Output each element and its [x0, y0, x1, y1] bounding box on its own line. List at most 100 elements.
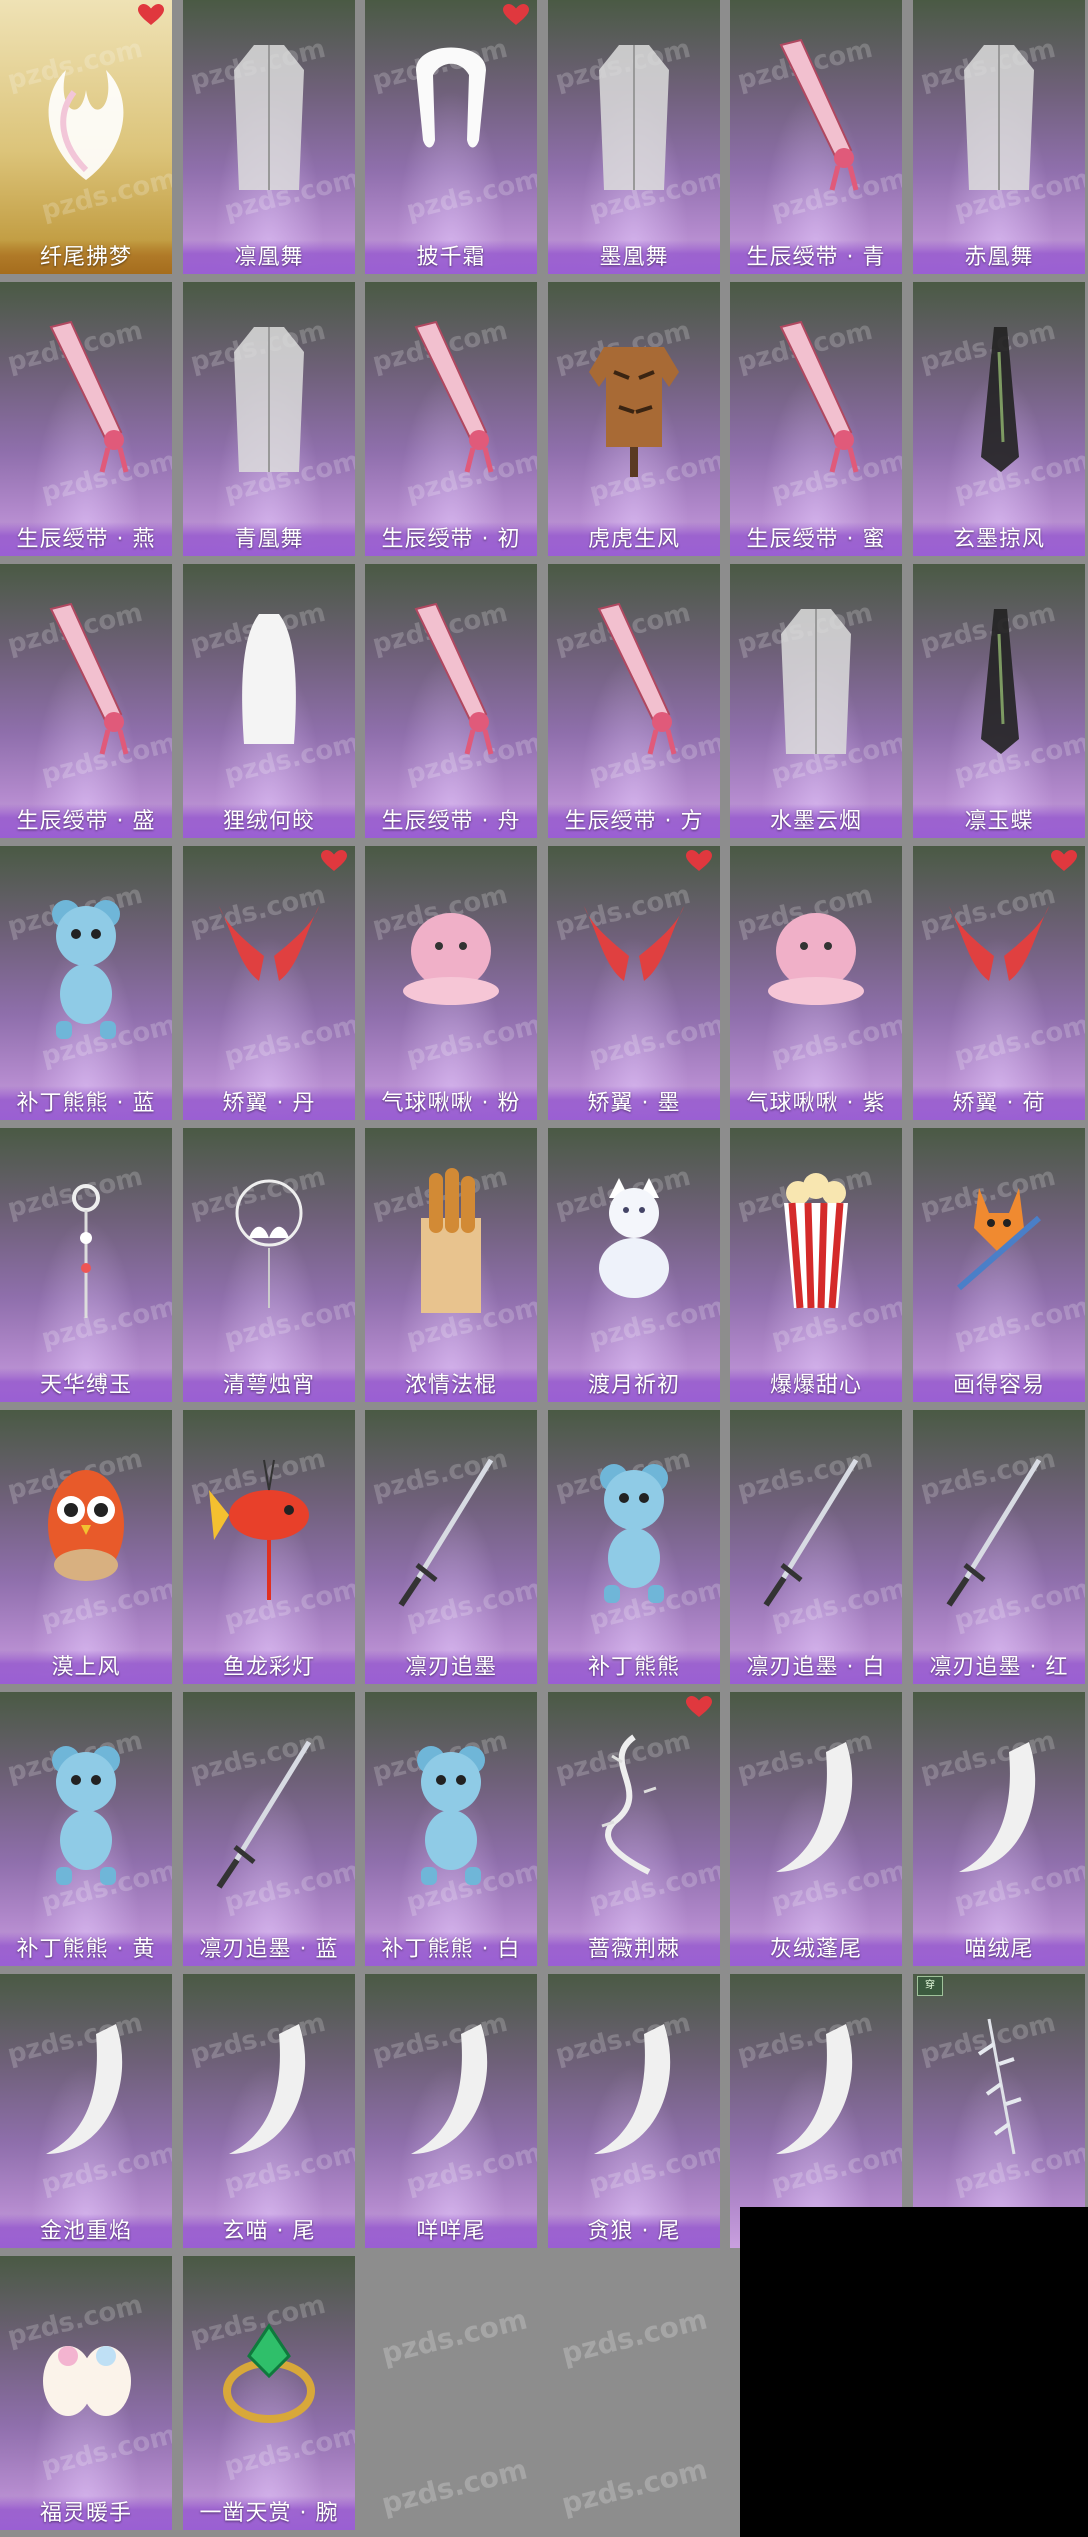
wings-icon [931, 866, 1067, 1056]
teddy-bear-icon [383, 1712, 519, 1902]
item-card[interactable]: pzds.compzds.com虎虎生风 [548, 282, 720, 556]
sash-icon [18, 302, 154, 492]
item-card[interactable]: pzds.compzds.com生辰绶带 · 方 [548, 564, 720, 838]
item-name-label: 一凿天赏 · 腕 [183, 2496, 355, 2530]
item-card[interactable]: pzds.com pzds.com 凛刃追墨 · 红 [913, 1410, 1085, 1684]
item-card[interactable]: pzds.compzds.com补丁熊熊 · 黄 [0, 1692, 172, 1966]
fox-brush-icon [931, 1148, 1067, 1338]
black-occlusion [740, 2207, 1088, 2537]
item-card[interactable]: pzds.compzds.com水墨云烟 [730, 564, 902, 838]
feather-icon [931, 1994, 1067, 2184]
teddy-bear-icon [18, 866, 154, 1056]
heart-icon[interactable] [138, 4, 164, 26]
item-card[interactable]: pzds.com pzds.com 天华缚玉 [0, 1128, 172, 1402]
item-card[interactable]: pzds.com pzds.com 画得容易 [913, 1128, 1085, 1402]
jade-bracelet-icon [201, 2276, 337, 2466]
popcorn-icon [748, 1148, 884, 1338]
item-name-label: 凛刃追墨 · 蓝 [183, 1932, 355, 1966]
item-name-label: 生辰绶带 · 燕 [0, 522, 172, 556]
heart-icon[interactable] [1051, 850, 1077, 872]
item-name-label: 矫翼 · 墨 [548, 1086, 720, 1120]
heart-icon[interactable] [321, 850, 347, 872]
item-name-label: 生辰绶带 · 盛 [0, 804, 172, 838]
item-card[interactable]: pzds.compzds.com生辰绶带 · 燕 [0, 282, 172, 556]
robe-icon [201, 20, 337, 210]
item-name-label: 矫翼 · 荷 [913, 1086, 1085, 1120]
item-card[interactable]: pzds.com pzds.com 矫翼 · 丹 [183, 846, 355, 1120]
item-card[interactable]: pzds.com pzds.com 凛玉蝶 [913, 564, 1085, 838]
item-card[interactable]: pzds.compzds.com生辰绶带 · 盛 [0, 564, 172, 838]
teddy-bear-icon [566, 1430, 702, 1620]
heart-icon[interactable] [503, 4, 529, 26]
item-card[interactable]: pzds.com pzds.com 气球啾啾 · 粉 [365, 846, 537, 1120]
item-card[interactable]: pzds.com pzds.com 贪狼 · 尾 [548, 1974, 720, 2248]
item-name-label: 墨凰舞 [548, 240, 720, 274]
item-card[interactable]: pzds.compzds.com凛凰舞 [183, 0, 355, 274]
item-name-label: 生辰绶带 · 方 [548, 804, 720, 838]
item-name-label: 玄喵 · 尾 [183, 2214, 355, 2248]
item-card[interactable]: pzds.compzds.com青凰舞 [183, 282, 355, 556]
teddy-bear-icon [18, 1712, 154, 1902]
item-card[interactable]: pzds.com pzds.com 福灵暖手 [0, 2256, 172, 2530]
item-card[interactable]: pzds.compzds.com补丁熊熊 · 白 [365, 1692, 537, 1966]
item-card[interactable]: pzds.com pzds.com 凛刃追墨 [365, 1410, 537, 1684]
item-card[interactable]: pzds.compzds.com爆爆甜心 [730, 1128, 902, 1402]
item-name-label: 蔷薇荆棘 [548, 1932, 720, 1966]
item-card[interactable]: pzds.com pzds.com 鱼龙彩灯 [183, 1410, 355, 1684]
item-card[interactable]: pzds.com pzds.com 气球啾啾 · 紫 [730, 846, 902, 1120]
item-card[interactable]: pzds.com pzds.com 纤尾拂梦 [0, 0, 172, 274]
item-card[interactable]: pzds.com pzds.com 玄墨掠风 [913, 282, 1085, 556]
item-name-label: 青凰舞 [183, 522, 355, 556]
item-card[interactable]: pzds.compzds.com生辰绶带 · 青 [730, 0, 902, 274]
item-name-label: 披千霜 [365, 240, 537, 274]
item-card[interactable]: pzds.compzds.com漠上风 [0, 1410, 172, 1684]
cape-icon [931, 584, 1067, 774]
item-card[interactable]: pzds.com pzds.com 灰绒蓬尾 [730, 1692, 902, 1966]
item-card[interactable]: pzds.com pzds.com 咩咩尾 [365, 1974, 537, 2248]
item-name-label: 生辰绶带 · 青 [730, 240, 902, 274]
fish-lantern-icon [201, 1430, 337, 1620]
cape-icon [931, 302, 1067, 492]
watermark-text: pzds.com [558, 2302, 711, 2371]
item-card[interactable]: pzds.compzds.com墨凰舞 [548, 0, 720, 274]
item-card[interactable]: pzds.com pzds.com 蔷薇荆棘 [548, 1692, 720, 1966]
tail-icon [201, 1994, 337, 2184]
item-card[interactable]: pzds.compzds.com浓情法棍 [365, 1128, 537, 1402]
item-name-label: 灰绒蓬尾 [730, 1932, 902, 1966]
item-name-label: 咩咩尾 [365, 2214, 537, 2248]
lotus-lamp-icon [201, 1148, 337, 1338]
tiger-coat-icon [566, 302, 702, 492]
owl-icon [18, 1430, 154, 1620]
item-card[interactable]: pzds.com pzds.com 一凿天赏 · 腕 [183, 2256, 355, 2530]
heart-icon[interactable] [686, 850, 712, 872]
item-card[interactable]: pzds.com pzds.com 玄喵 · 尾 [183, 1974, 355, 2248]
item-card[interactable]: pzds.com pzds.com 矫翼 · 荷 [913, 846, 1085, 1120]
item-card[interactable]: pzds.com pzds.com 凛刃追墨 · 蓝 [183, 1692, 355, 1966]
sash-icon [383, 584, 519, 774]
fur-cape-icon [201, 584, 337, 774]
tail-icon [748, 1712, 884, 1902]
item-name-label: 凛刃追墨 · 白 [730, 1650, 902, 1684]
robe-icon [748, 584, 884, 774]
sword-icon [201, 1712, 337, 1902]
item-name-label: 气球啾啾 · 紫 [730, 1086, 902, 1120]
item-card[interactable]: pzds.com pzds.com 凛刃追墨 · 白 [730, 1410, 902, 1684]
item-name-label: 生辰绶带 · 蜜 [730, 522, 902, 556]
item-card[interactable]: pzds.com pzds.com 喵绒尾 [913, 1692, 1085, 1966]
item-card[interactable]: pzds.compzds.com生辰绶带 · 舟 [365, 564, 537, 838]
item-card[interactable]: pzds.compzds.com生辰绶带 · 蜜 [730, 282, 902, 556]
item-card[interactable]: pzds.compzds.com赤凰舞 [913, 0, 1085, 274]
item-card[interactable]: pzds.compzds.com补丁熊熊 · 蓝 [0, 846, 172, 1120]
item-card[interactable]: pzds.compzds.com狸绒何皎 [183, 564, 355, 838]
item-card[interactable]: pzds.compzds.com补丁熊熊 [548, 1410, 720, 1684]
item-name-label: 凛刃追墨 · 红 [913, 1650, 1085, 1684]
heart-icon[interactable] [686, 1696, 712, 1718]
item-card[interactable]: pzds.com pzds.com 清萼烛宵 [183, 1128, 355, 1402]
item-name-label: 生辰绶带 · 初 [365, 522, 537, 556]
item-card[interactable]: pzds.compzds.com渡月祈初 [548, 1128, 720, 1402]
item-card[interactable]: pzds.compzds.com披千霜 [365, 0, 537, 274]
item-card[interactable]: pzds.com pzds.com 矫翼 · 墨 [548, 846, 720, 1120]
item-card[interactable]: pzds.compzds.com生辰绶带 · 初 [365, 282, 537, 556]
watermark-text: pzds.com [558, 2452, 711, 2521]
item-card[interactable]: pzds.com pzds.com 金池重焰 [0, 1974, 172, 2248]
